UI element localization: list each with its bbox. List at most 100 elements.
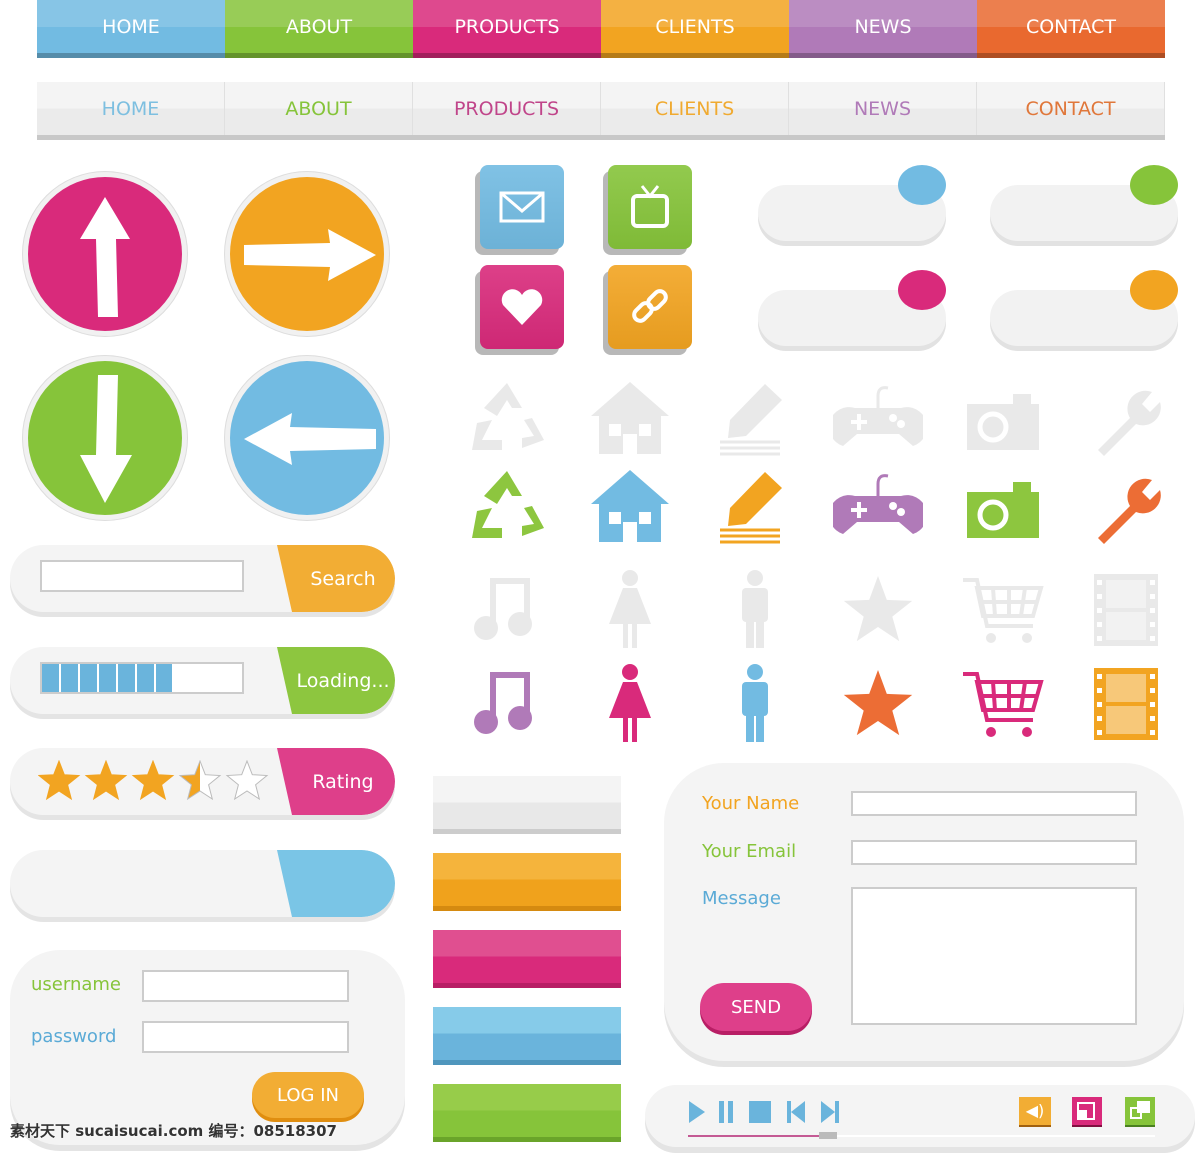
volume-button[interactable]: ◀) [1019, 1097, 1051, 1127]
login-button[interactable]: LOG IN [252, 1072, 364, 1118]
nav-home[interactable]: HOME [37, 0, 225, 58]
star-rating[interactable] [38, 760, 278, 804]
star-icon[interactable] [833, 662, 923, 742]
loading-bar: Loading... [10, 647, 395, 714]
rating-bar: Rating [10, 748, 395, 815]
arrow-up-button[interactable] [23, 172, 187, 336]
toggle-pink[interactable] [758, 270, 946, 346]
woman-icon[interactable] [585, 568, 675, 648]
toggle-knob[interactable] [898, 165, 946, 205]
pause-icon [719, 1101, 733, 1123]
nav-about[interactable]: ABOUT [225, 0, 413, 58]
rating-star[interactable] [84, 760, 128, 801]
nav-clients[interactable]: CLIENTS [601, 0, 789, 58]
password-label: password [31, 1026, 117, 1047]
minimize-icon [1077, 1102, 1095, 1120]
rating-star[interactable] [38, 760, 81, 801]
woman-icon[interactable] [585, 662, 675, 742]
bar-gray[interactable] [433, 776, 621, 834]
loading-label: Loading... [277, 647, 395, 714]
password-input[interactable] [142, 1021, 349, 1053]
watermark: 素材天下 sucaisucai.com 编号：08518307 [10, 1122, 337, 1140]
email-input[interactable] [851, 840, 1137, 865]
gamepad-icon[interactable] [833, 378, 923, 458]
seek-track[interactable] [688, 1132, 1155, 1139]
arrow-right-icon [244, 229, 376, 281]
search-input[interactable] [40, 560, 244, 592]
email-label: Your Email [702, 841, 797, 862]
toggle-blue[interactable] [758, 165, 946, 241]
username-label: username [31, 974, 121, 995]
send-button[interactable]: SEND [700, 983, 812, 1031]
rating-label: Rating [277, 748, 395, 815]
tv-button[interactable] [608, 165, 692, 249]
nav-contact[interactable]: CONTACT [977, 82, 1165, 135]
previous-icon [787, 1101, 805, 1123]
mail-button[interactable] [480, 165, 564, 249]
arrow-down-button[interactable] [23, 356, 187, 520]
nav-contact[interactable]: CONTACT [977, 0, 1165, 58]
bar-green[interactable] [433, 1084, 621, 1142]
blank-cap[interactable] [277, 850, 395, 917]
rating-star[interactable] [131, 760, 175, 801]
minimize-button[interactable] [1072, 1097, 1102, 1127]
arrow-right-button[interactable] [225, 172, 389, 336]
pencil-icon[interactable] [710, 378, 800, 458]
nav-news[interactable]: NEWS [789, 82, 977, 135]
heart-icon [501, 289, 543, 325]
nav-products[interactable]: PRODUCTS [413, 82, 601, 135]
music-note-icon[interactable] [462, 568, 552, 648]
bar-pink[interactable] [433, 930, 621, 988]
camera-icon[interactable] [957, 378, 1047, 458]
heart-button[interactable] [480, 265, 564, 349]
music-note-icon[interactable] [462, 662, 552, 742]
name-input[interactable] [851, 791, 1137, 816]
nav-clients[interactable]: CLIENTS [601, 82, 789, 135]
camera-icon[interactable] [957, 466, 1047, 546]
username-input[interactable] [142, 970, 349, 1002]
link-button[interactable] [608, 265, 692, 349]
rating-star[interactable] [178, 760, 222, 801]
man-icon[interactable] [710, 568, 800, 648]
arrow-down-icon [80, 375, 132, 503]
pencil-icon[interactable] [710, 466, 800, 546]
recycle-icon[interactable] [462, 466, 552, 546]
seek-fill [688, 1132, 837, 1139]
nav-about[interactable]: ABOUT [225, 82, 413, 135]
speaker-icon: ◀) [1025, 1101, 1045, 1120]
message-label: Message [702, 888, 781, 909]
house-icon[interactable] [585, 378, 675, 458]
nav-home[interactable]: HOME [37, 82, 225, 135]
name-label: Your Name [702, 793, 800, 814]
nav-news[interactable]: NEWS [789, 0, 977, 58]
arrow-left-button[interactable] [225, 356, 389, 520]
link-icon [632, 289, 668, 323]
recycle-icon[interactable] [462, 378, 552, 458]
blank-bar[interactable] [10, 850, 395, 917]
seek-handle[interactable] [818, 1132, 837, 1139]
film-icon[interactable] [1080, 568, 1170, 648]
cart-icon[interactable] [957, 568, 1047, 648]
man-icon[interactable] [710, 662, 800, 742]
message-textarea[interactable] [851, 887, 1137, 1025]
star-icon[interactable] [833, 568, 923, 648]
toggle-orange[interactable] [990, 270, 1178, 346]
toggle-knob[interactable] [1130, 270, 1178, 310]
search-button[interactable]: Search [277, 545, 395, 612]
bar-orange[interactable] [433, 853, 621, 911]
wrench-icon[interactable] [1080, 378, 1170, 458]
light-nav-bar: HOME ABOUT PRODUCTS CLIENTS NEWS CONTACT [37, 82, 1165, 140]
house-icon[interactable] [585, 466, 675, 546]
toggle-knob[interactable] [898, 270, 946, 310]
gamepad-icon[interactable] [833, 466, 923, 546]
rating-star[interactable] [225, 760, 269, 801]
bar-blue[interactable] [433, 1007, 621, 1065]
nav-products[interactable]: PRODUCTS [413, 0, 601, 58]
toggle-green[interactable] [990, 165, 1178, 241]
play-icon [689, 1101, 705, 1123]
cart-icon[interactable] [957, 662, 1047, 742]
film-icon[interactable] [1080, 662, 1170, 742]
wrench-icon[interactable] [1080, 466, 1170, 546]
restore-button[interactable] [1125, 1097, 1155, 1127]
toggle-knob[interactable] [1130, 165, 1178, 205]
